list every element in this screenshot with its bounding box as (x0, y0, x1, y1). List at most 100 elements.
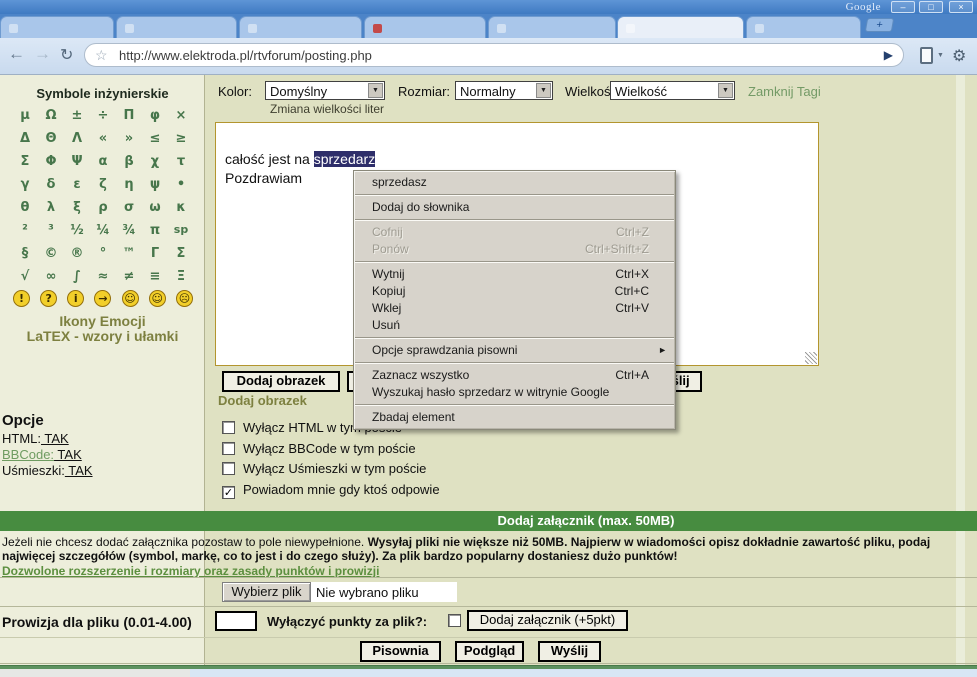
symbol[interactable]: sp (168, 223, 194, 239)
wrench-icon[interactable]: ⚙ (952, 46, 966, 66)
browser-titlebar[interactable]: Google – □ × (0, 0, 977, 14)
tab[interactable] (364, 16, 486, 38)
symbol[interactable]: § (12, 246, 38, 262)
symbol[interactable]: κ (168, 200, 194, 216)
symbol[interactable]: λ (38, 200, 64, 216)
resize-grip[interactable] (805, 352, 817, 364)
reload-icon[interactable]: ↻ (60, 45, 73, 65)
symbol[interactable]: ² (12, 223, 38, 239)
back-icon[interactable]: ← (8, 44, 25, 64)
checkbox-checked[interactable]: ✓ (222, 486, 235, 499)
symbol[interactable]: φ (142, 108, 168, 124)
close-icon[interactable]: × (949, 1, 973, 13)
attachment-rules-link[interactable]: Dozwolone rozszerzenie i rozmiary oraz z… (2, 564, 975, 578)
menu-item[interactable]: Wyszukaj hasło sprzedarz w witrynie Goog… (354, 384, 675, 401)
chevron-down-icon[interactable]: ▼ (536, 83, 551, 98)
symbol[interactable]: Δ (12, 131, 38, 147)
close-tags-link[interactable]: Zamknij Tagi (748, 84, 821, 99)
symbol[interactable]: Ξ (168, 269, 194, 285)
sad-icon[interactable]: ☹ (176, 290, 193, 307)
symbol[interactable]: ½ (64, 223, 90, 239)
url-text[interactable]: http://www.elektroda.pl/rtvforum/posting… (119, 48, 372, 63)
option-value-link[interactable]: TAK (54, 447, 82, 462)
maximize-icon[interactable]: □ (919, 1, 943, 13)
option-label-link[interactable]: BBCode: (2, 447, 54, 462)
symbol[interactable]: ∫ (64, 269, 90, 285)
address-bar[interactable]: ☆ http://www.elektroda.pl/rtvforum/posti… (84, 43, 904, 67)
symbol[interactable]: ζ (90, 177, 116, 193)
symbol[interactable]: β (116, 154, 142, 170)
symbol[interactable]: Π (116, 108, 142, 124)
symbol[interactable]: θ (12, 200, 38, 216)
commission-input[interactable] (215, 611, 257, 631)
symbol[interactable]: Σ (168, 246, 194, 262)
checkbox[interactable] (222, 462, 235, 475)
tab[interactable] (488, 16, 616, 38)
symbol[interactable]: ≡ (142, 269, 168, 285)
symbol[interactable]: © (38, 246, 64, 262)
symbol[interactable]: Ψ (64, 154, 90, 170)
symbol[interactable]: ¾ (116, 223, 142, 239)
submit-button[interactable]: Wyślij (538, 641, 601, 662)
symbol[interactable]: τ (168, 154, 194, 170)
symbol[interactable]: ≥ (168, 131, 194, 147)
symbol[interactable]: ° (90, 246, 116, 262)
symbol[interactable]: ψ (142, 177, 168, 193)
case-select[interactable]: Wielkość ▼ (610, 81, 735, 100)
add-image-link[interactable]: Dodaj obrazek (218, 393, 307, 408)
symbol[interactable]: χ (142, 154, 168, 170)
symbol[interactable]: µ (12, 108, 38, 124)
symbol[interactable]: ξ (64, 200, 90, 216)
symbol[interactable]: ε (64, 177, 90, 193)
tab[interactable] (116, 16, 237, 38)
latex-link[interactable]: LaTEX - wzory i ułamki (0, 328, 205, 344)
option-value-link[interactable]: TAK (41, 431, 69, 446)
symbol[interactable]: ρ (90, 200, 116, 216)
menu-item[interactable]: Zaznacz wszystkoCtrl+A (354, 367, 675, 384)
add-image-button[interactable]: Dodaj obrazek (222, 371, 340, 392)
arrow-icon[interactable]: → (94, 290, 111, 307)
symbol[interactable]: ≠ (116, 269, 142, 285)
bookmark-star-icon[interactable]: ☆ (95, 47, 108, 64)
exclamation-icon[interactable]: ! (13, 290, 30, 307)
forward-icon[interactable]: → (34, 44, 51, 64)
idea-icon[interactable]: i (67, 290, 84, 307)
tab[interactable] (746, 16, 861, 38)
checkbox[interactable] (222, 442, 235, 455)
tab[interactable] (239, 16, 362, 38)
emotions-icons-link[interactable]: Ikony Emocji (0, 313, 205, 329)
symbol[interactable]: η (116, 177, 142, 193)
menu-item[interactable]: WytnijCtrl+X (354, 266, 675, 283)
menu-item[interactable]: Zbadaj element (354, 409, 675, 426)
spellcheck-button[interactable]: Pisownia (360, 641, 441, 662)
symbol[interactable]: ∞ (38, 269, 64, 285)
symbol[interactable]: » (116, 131, 142, 147)
tab[interactable] (0, 16, 114, 38)
size-select[interactable]: Normalny ▼ (455, 81, 553, 100)
menu-item[interactable]: Opcje sprawdzania pisowni► (354, 342, 675, 359)
symbol[interactable]: √ (12, 269, 38, 285)
symbol[interactable]: Ω (38, 108, 64, 124)
menu-item[interactable]: sprzedasz (354, 174, 675, 191)
go-icon[interactable]: ▶ (884, 48, 893, 62)
menu-item[interactable]: WklejCtrl+V (354, 300, 675, 317)
symbol[interactable]: ≤ (142, 131, 168, 147)
question-icon[interactable]: ? (40, 290, 57, 307)
symbol[interactable]: Φ (38, 154, 64, 170)
chevron-down-icon[interactable]: ▼ (718, 83, 733, 98)
symbol[interactable]: Λ (64, 131, 90, 147)
page-actions-caret-icon[interactable]: ▼ (937, 52, 944, 59)
symbol[interactable]: ω (142, 200, 168, 216)
symbol[interactable]: ± (64, 108, 90, 124)
menu-item[interactable]: Usuń (354, 317, 675, 334)
symbol[interactable]: Γ (142, 246, 168, 262)
symbol[interactable]: α (90, 154, 116, 170)
symbol[interactable]: • (168, 177, 194, 193)
symbol[interactable]: γ (12, 177, 38, 193)
symbol[interactable]: × (168, 108, 194, 124)
symbol[interactable]: « (90, 131, 116, 147)
choose-file-button[interactable]: Wybierz plik (222, 582, 311, 602)
symbol[interactable]: δ (38, 177, 64, 193)
option-value-link[interactable]: TAK (65, 463, 93, 478)
add-attachment-button[interactable]: Dodaj załącznik (+5pkt) (467, 610, 628, 631)
